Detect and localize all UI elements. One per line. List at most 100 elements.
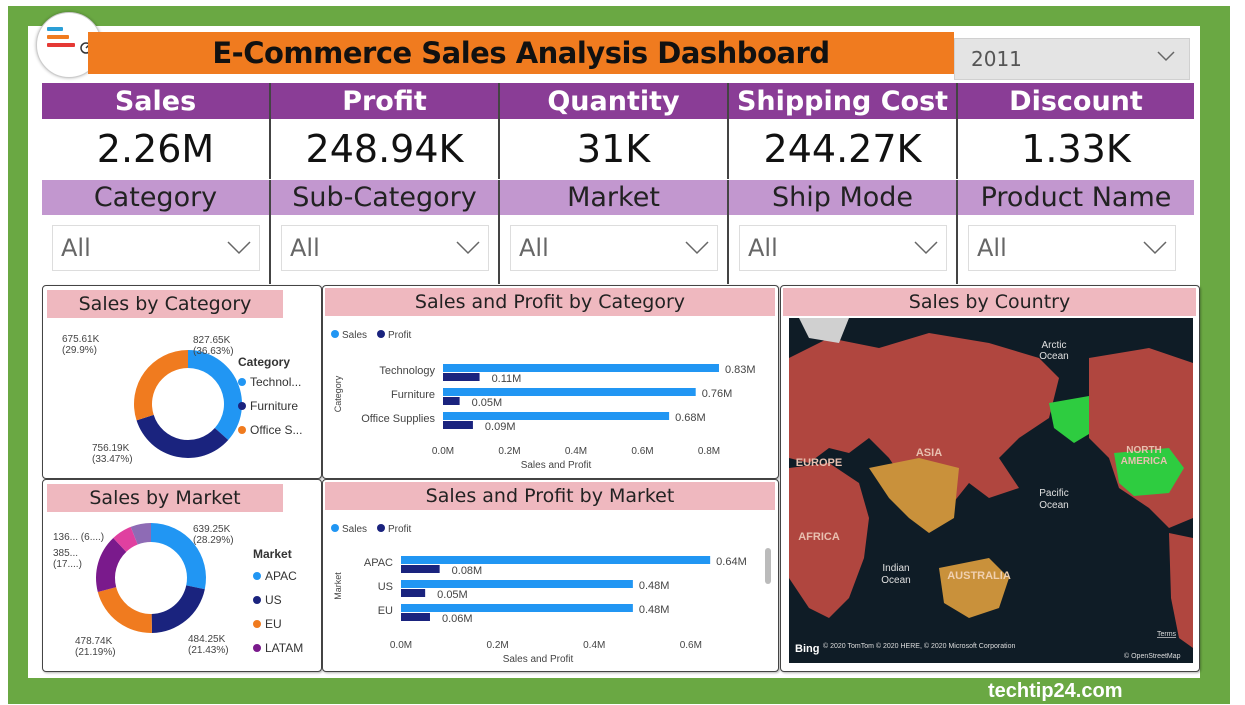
filter-product-name: Product Name All	[958, 180, 1194, 284]
category-label: Office Supplies	[361, 413, 435, 425]
x-tick-label: 0.8M	[698, 446, 720, 457]
map-attribution: © 2020 TomTom © 2020 HERE, © 2020 Micros…	[823, 642, 1015, 650]
kpi-value: 248.94K	[271, 119, 498, 179]
legend-title: Market	[253, 547, 292, 561]
category-donut: 827.65K(36.63%) 756.19K(33.47%) 675.61K(29…	[62, 334, 302, 465]
legend-item: Profit	[388, 330, 412, 341]
slice-pct: (28.29%)	[193, 535, 234, 546]
bar-value-label: 0.48M	[639, 580, 670, 592]
chevron-down-icon	[227, 241, 251, 255]
legend-dot	[377, 330, 385, 338]
bar-value-label: 0.05M	[472, 397, 503, 409]
kpi-quantity: Quantity 31K	[500, 83, 729, 179]
x-axis-label: Sales and Profit	[503, 654, 574, 665]
kpi-label: Discount	[958, 83, 1194, 119]
year-dropdown[interactable]: 2011	[954, 38, 1190, 80]
chevron-down-icon	[1143, 241, 1167, 255]
sales-bar	[443, 388, 696, 396]
chevron-down-icon	[914, 241, 938, 255]
slice-pct: (29.9%)	[62, 345, 97, 356]
scrollbar[interactable]	[765, 548, 771, 584]
bar-value-label: 0.09M	[485, 421, 516, 433]
bar-value-label: 0.08M	[452, 565, 483, 577]
x-axis-label: Sales and Profit	[521, 460, 592, 471]
title-bar: E-Commerce Sales Analysis Dashboard	[88, 32, 954, 74]
market-dropdown[interactable]: All	[510, 225, 718, 271]
donut-slice	[188, 350, 242, 441]
legend-item: LATAM	[265, 641, 303, 655]
sub-category-dropdown[interactable]: All	[281, 225, 489, 271]
sales-bar	[443, 412, 670, 420]
panel-sales-profit-market: Sales and Profit by Market Sales Profit AP…	[322, 479, 779, 672]
filter-ship-mode: Ship Mode All	[729, 180, 958, 284]
map-label: Indian	[882, 563, 909, 574]
legend-dot	[331, 330, 339, 338]
category-label: US	[378, 581, 393, 593]
panel-sales-profit-category: Sales and Profit by Category Sales Profit…	[322, 285, 779, 479]
category-label: EU	[378, 605, 393, 617]
donut-slice	[151, 585, 205, 633]
kpi-label: Sales	[42, 83, 269, 119]
map-label: AFRICA	[798, 531, 840, 543]
kpi-profit: Profit 248.94K	[271, 83, 500, 179]
sales-bar	[401, 580, 633, 588]
kpi-sales: Sales 2.26M	[42, 83, 271, 179]
profit-bar	[401, 589, 426, 597]
filter-row: Category All Sub-Category All Market All…	[42, 180, 1194, 284]
profit-bar	[401, 565, 440, 573]
slice-label: 675.61K	[62, 334, 100, 345]
product-name-dropdown[interactable]: All	[968, 225, 1176, 271]
filter-label: Sub-Category	[271, 180, 498, 215]
chart-title: Sales by Country	[783, 288, 1196, 316]
slice-label: 478.74K	[75, 636, 113, 647]
dropdown-value: All	[977, 234, 1007, 262]
category-label: APAC	[364, 557, 393, 569]
legend-item: EU	[265, 617, 282, 631]
x-tick-label: 0.4M	[583, 640, 605, 651]
dropdown-value: All	[519, 234, 549, 262]
bar-value-label: 0.06M	[442, 613, 473, 625]
legend-dot	[253, 620, 261, 628]
legend-dot	[253, 572, 261, 580]
dropdown-value: All	[290, 234, 320, 262]
kpi-label: Profit	[271, 83, 498, 119]
bar-value-label: 0.64M	[716, 556, 747, 568]
legend-item: Office S...	[250, 423, 302, 437]
legend-dot	[238, 426, 246, 434]
country-map[interactable]: Arctic Ocean EUROPE ASIA NORTH AMERICA P…	[789, 318, 1193, 663]
kpi-label: Quantity	[500, 83, 727, 119]
category-bar-chart: Sales Profit Technology 0.83M 0.11M Furniture…	[331, 330, 756, 471]
bar-value-label: 0.48M	[639, 604, 670, 616]
legend-dot	[238, 402, 246, 410]
legend-item: Furniture	[250, 399, 298, 413]
map-label: NORTH	[1126, 445, 1162, 456]
filter-label: Product Name	[958, 180, 1194, 215]
map-label: Arctic	[1042, 340, 1067, 351]
filter-category: Category All	[42, 180, 271, 284]
profit-bar	[443, 421, 473, 429]
kpi-row: Sales 2.26M Profit 248.94K Quantity 31K Shi…	[42, 83, 1194, 179]
dropdown-value: All	[748, 234, 778, 262]
bar-value-label: 0.05M	[437, 589, 468, 601]
x-tick-label: 0.0M	[432, 446, 454, 457]
map-label: AMERICA	[1121, 456, 1168, 467]
slice-label: 385...	[53, 548, 78, 559]
bing-logo: Bing	[795, 643, 819, 655]
x-tick-label: 0.6M	[631, 446, 653, 457]
bar-value-label: 0.83M	[725, 364, 756, 376]
filter-sub-category: Sub-Category All	[271, 180, 500, 284]
ship-mode-dropdown[interactable]: All	[739, 225, 947, 271]
kpi-label: Shipping Cost	[729, 83, 956, 119]
legend-dot	[377, 524, 385, 532]
slice-pct: (33.47%)	[92, 454, 133, 465]
filter-label: Ship Mode	[729, 180, 956, 215]
legend-item: APAC	[265, 569, 297, 583]
map-label: EUROPE	[796, 457, 842, 469]
map-label: AUSTRALIA	[947, 570, 1011, 582]
legend-dot	[253, 644, 261, 652]
category-dropdown[interactable]: All	[52, 225, 260, 271]
bar-value-label: 0.76M	[702, 388, 733, 400]
legend-item: US	[265, 593, 282, 607]
profit-bar	[443, 397, 460, 405]
watermark: techtip24.com	[988, 680, 1123, 702]
